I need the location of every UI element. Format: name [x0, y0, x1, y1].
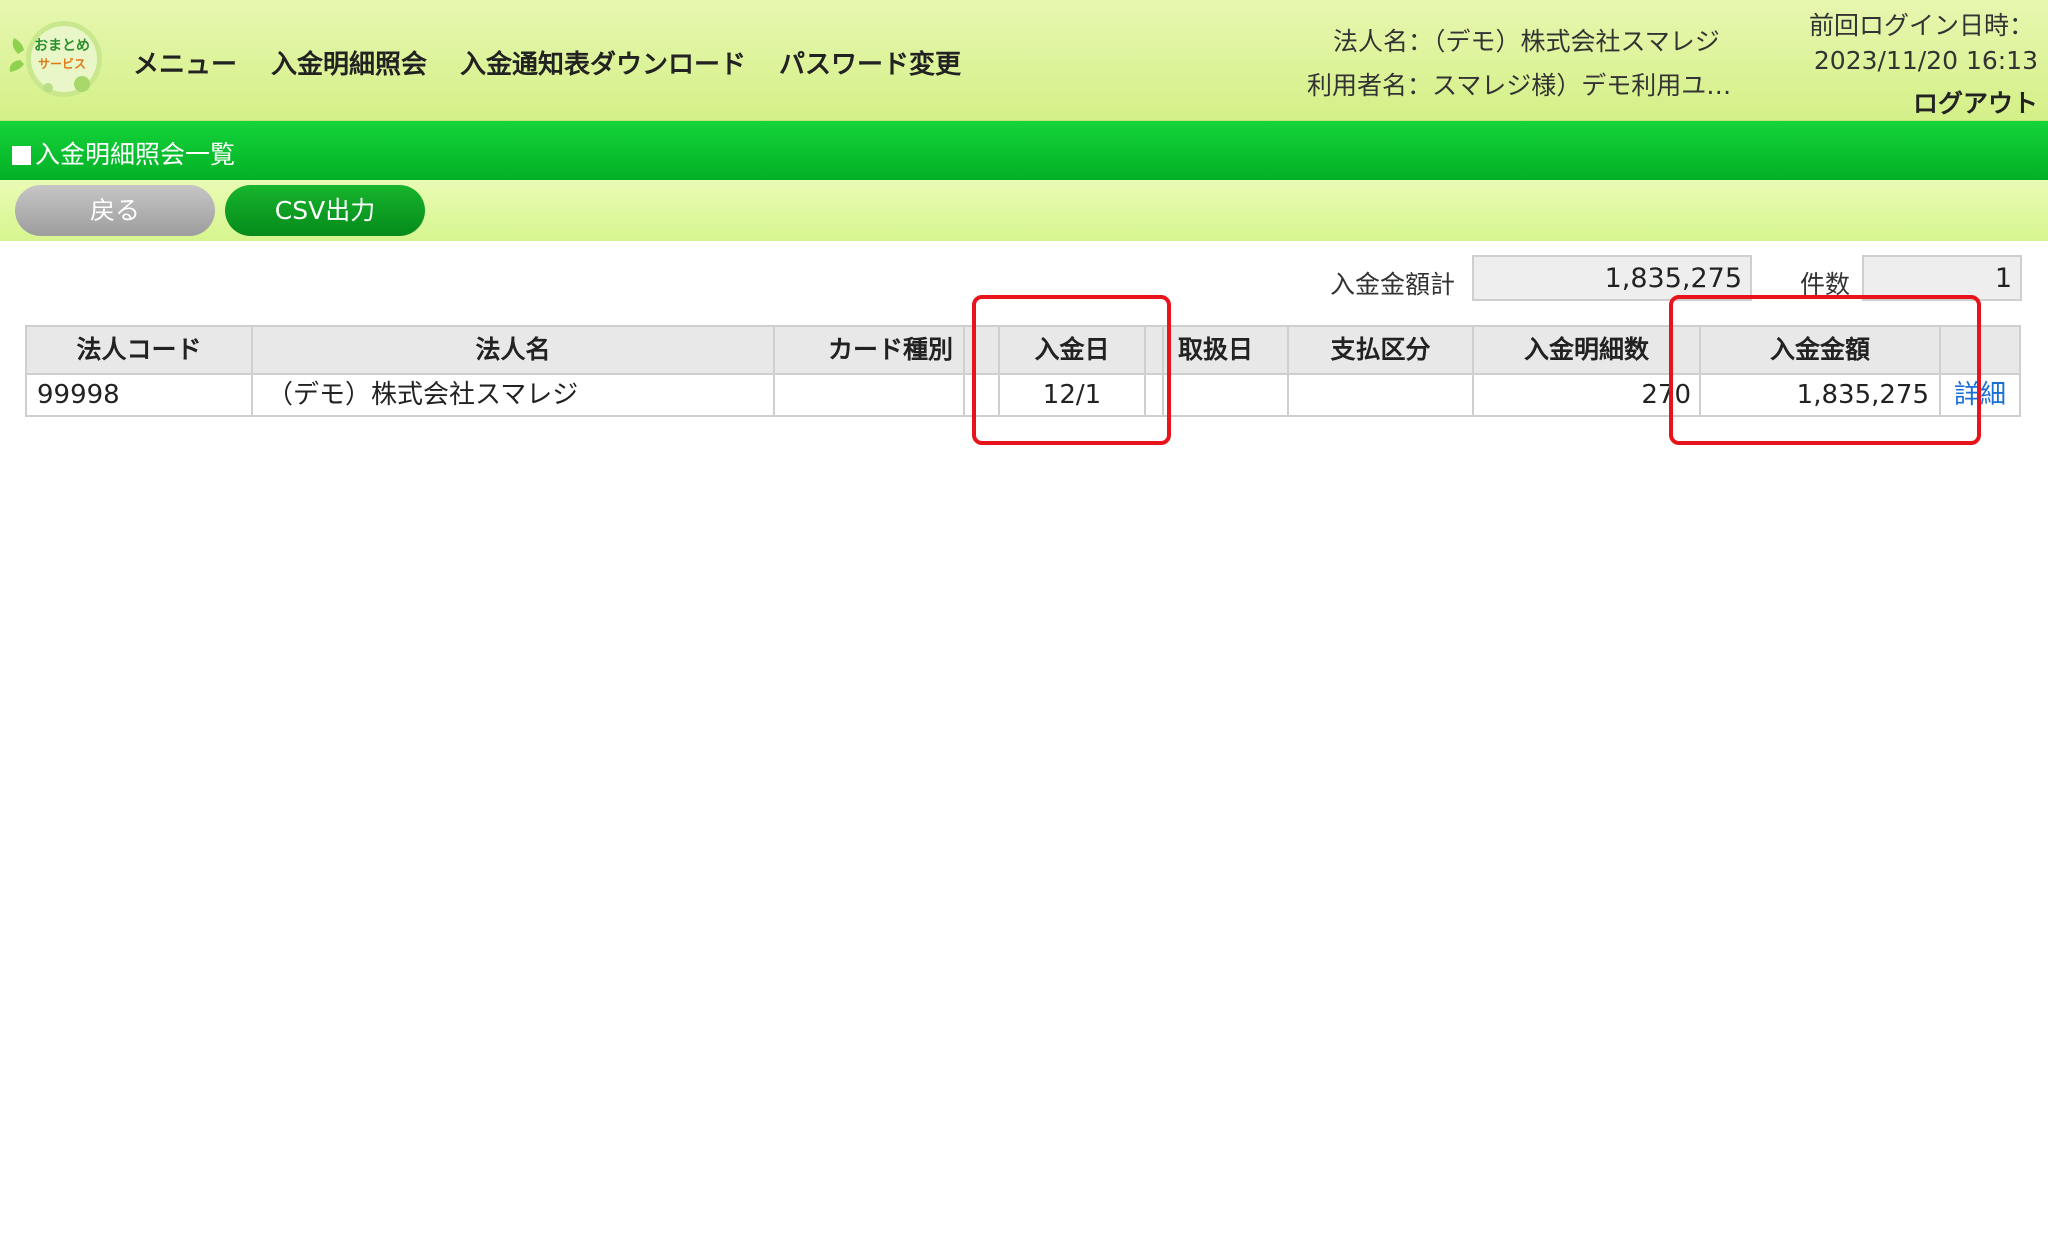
cell-amount: 1,835,275: [1701, 375, 1941, 415]
header-payment-type: 支払区分: [1289, 327, 1474, 375]
cell-detail-count: 270: [1474, 375, 1701, 415]
header-amount: 入金金額: [1701, 327, 1941, 375]
back-button[interactable]: 戻る: [15, 185, 215, 236]
nav-notice-download[interactable]: 入金通知表ダウンロード: [460, 44, 746, 81]
logout-link[interactable]: ログアウト: [1913, 84, 2038, 120]
header-detail-count: 入金明細数: [1474, 327, 1701, 375]
cell-deposit-date: 12/1: [1000, 375, 1146, 415]
cell-handling-date: [1164, 375, 1289, 415]
cell-spacer-2: [1146, 375, 1164, 415]
csv-export-button[interactable]: CSV出力: [225, 185, 425, 236]
last-login-label: 前回ログイン日時：: [1808, 11, 2034, 40]
svg-text:おまとめ: おまとめ: [34, 38, 90, 54]
nav-password-change[interactable]: パスワード変更: [779, 44, 961, 81]
header-corp-name: 法人名: [253, 327, 775, 375]
total-amount-value: 1,835,275: [1472, 255, 1752, 301]
total-amount-label: 入金金額計: [1330, 270, 1456, 299]
count-label: 件数: [1800, 270, 1851, 299]
detail-link[interactable]: 詳細: [1941, 375, 2019, 415]
header-handling-date: 取扱日: [1164, 327, 1289, 375]
count-value: 1: [1862, 255, 2022, 301]
header-corp-code: 法人コード: [27, 327, 253, 375]
omatome-service-logo[interactable]: おまとめ サービス: [8, 14, 108, 100]
nav-deposit-detail[interactable]: 入金明細照会: [271, 44, 427, 81]
cell-payment-type: [1289, 375, 1474, 415]
cell-corp-code: 99998: [27, 375, 253, 415]
cell-spacer-1: [965, 375, 1000, 415]
last-login-value: 2023/11/20 16:13: [1813, 46, 2038, 75]
header-spacer-1: [965, 327, 1000, 375]
cell-card-type: [775, 375, 965, 415]
nav-menu[interactable]: メニュー: [133, 44, 237, 81]
user-name: 利用者名：スマレジ様）デモ利用ユ…: [1307, 71, 1732, 100]
header-deposit-date: 入金日: [1000, 327, 1146, 375]
header-action: [1941, 327, 2019, 375]
svg-text:サービス: サービス: [38, 56, 86, 71]
top-header: おまとめ サービス メニュー 入金明細照会 入金通知表ダウンロード パスワード変…: [0, 0, 2048, 121]
page-title: 入金明細照会一覧: [35, 140, 236, 169]
section-title-bar: 入金明細照会一覧: [0, 121, 2048, 180]
toolbar: 戻る CSV出力: [0, 180, 2048, 241]
company-name: 法人名：（デモ）株式会社スマレジ: [1333, 27, 1720, 56]
header-card-type: カード種別: [775, 327, 965, 375]
header-spacer-2: [1146, 327, 1164, 375]
cell-corp-name: （デモ）株式会社スマレジ: [253, 375, 775, 415]
square-bullet-icon: [12, 146, 31, 165]
page-title-wrap: 入金明細照会一覧: [12, 135, 235, 171]
